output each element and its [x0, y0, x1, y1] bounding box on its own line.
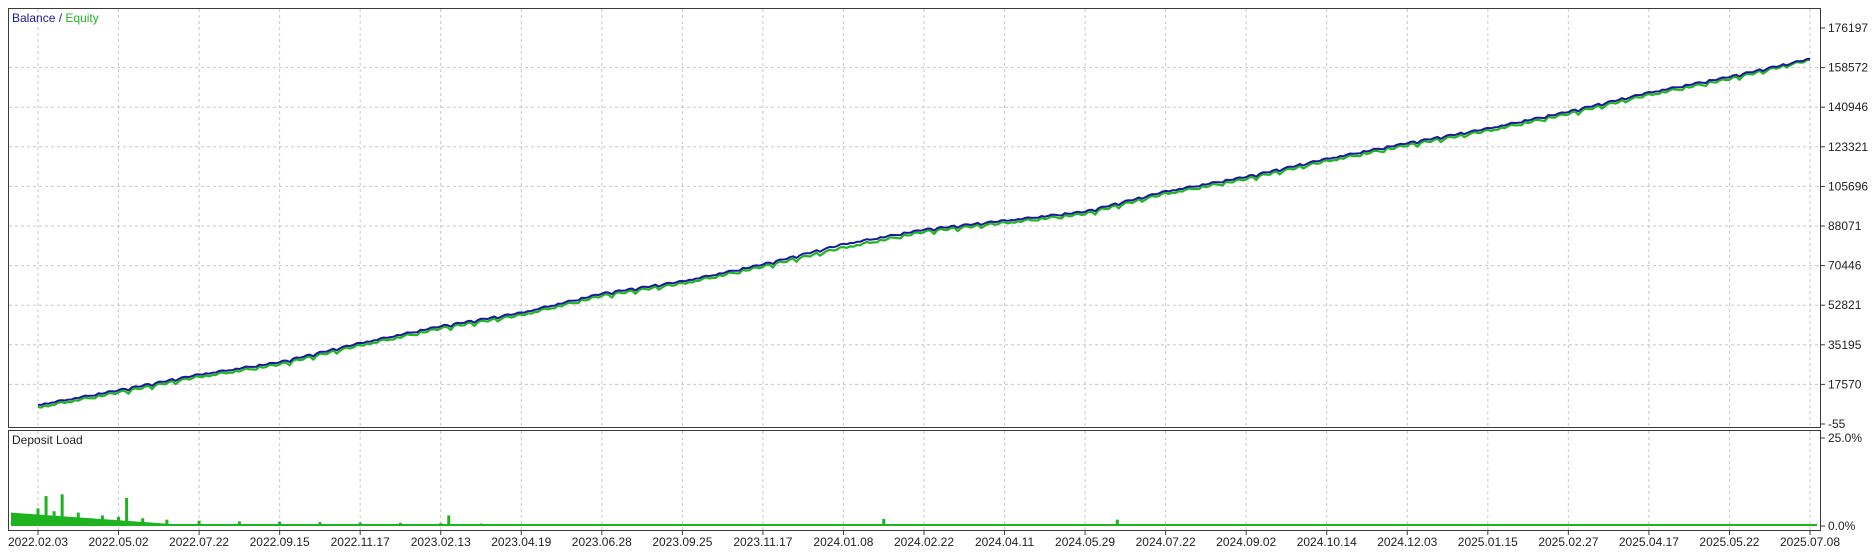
y-tick-label: -55	[1828, 417, 1846, 431]
legend: Balance / Equity	[12, 11, 99, 25]
x-tick-label: 2024.12.03	[1377, 535, 1437, 549]
x-tick-label: 2024.02.22	[894, 535, 954, 549]
x-tick-label: 2025.02.27	[1538, 535, 1598, 549]
x-tick-label: 2025.01.15	[1458, 535, 1518, 549]
y-axis-ticks: 176197 158572 140946 123321 105696 88071 70446…	[1820, 21, 1868, 533]
y-tick-label: 88071	[1828, 219, 1862, 233]
y-tick-label: 17570	[1828, 377, 1862, 391]
x-tick-label: 2025.04.17	[1619, 535, 1679, 549]
y-tick-label: 52821	[1828, 298, 1862, 312]
x-tick-label: 2024.07.22	[1136, 535, 1196, 549]
y-tick-label: 140946	[1828, 100, 1868, 114]
x-tick-label: 2024.09.02	[1216, 535, 1276, 549]
x-tick-label: 2022.11.17	[331, 535, 390, 549]
deposit-y-tick-label: 25.0%	[1828, 431, 1862, 445]
x-tick-label: 2023.04.19	[491, 535, 551, 549]
legend-balance-label: Balance	[12, 11, 56, 25]
x-tick-label: 2024.05.29	[1055, 535, 1115, 549]
y-tick-label: 70446	[1828, 259, 1862, 273]
y-tick-label: 35195	[1828, 338, 1862, 352]
x-tick-label: 2025.07.08	[1780, 535, 1840, 549]
x-tick-label: 2022.09.15	[250, 535, 310, 549]
x-tick-label: 2023.09.25	[652, 535, 712, 549]
x-tick-label: 2023.06.28	[572, 535, 632, 549]
legend-separator: /	[55, 11, 65, 25]
x-tick-label: 2024.04.11	[975, 535, 1034, 549]
x-axis-ticks: 2022.02.03 2022.05.02 2022.07.22 2022.09.15…	[8, 530, 1840, 549]
y-tick-label: 123321	[1828, 140, 1868, 154]
strategy-tester-graph: 176197 158572 140946 123321 105696 88071 70446…	[0, 0, 1876, 552]
x-tick-label: 2025.05.22	[1699, 535, 1759, 549]
x-tick-label: 2024.10.14	[1297, 535, 1357, 549]
deposit-panel-frame	[8, 430, 1821, 531]
y-tick-label: 176197	[1828, 21, 1868, 35]
y-tick-label: 158572	[1828, 61, 1868, 75]
legend-equity-label: Equity	[65, 11, 98, 25]
x-tick-label: 2023.02.13	[411, 535, 471, 549]
deposit-y-tick-label: 0.0%	[1828, 519, 1856, 533]
x-tick-label: 2022.07.22	[169, 535, 229, 549]
x-tick-label: 2022.05.02	[89, 535, 149, 549]
x-tick-label: 2023.11.17	[733, 535, 792, 549]
x-tick-label: 2024.01.08	[813, 535, 873, 549]
deposit-load-title: Deposit Load	[12, 433, 83, 447]
x-tick-label: 2022.02.03	[8, 535, 68, 549]
deposit-load-baseline	[11, 524, 1817, 526]
chart-canvas: 176197 158572 140946 123321 105696 88071 70446…	[8, 8, 1868, 549]
y-tick-label: 105696	[1828, 179, 1868, 193]
